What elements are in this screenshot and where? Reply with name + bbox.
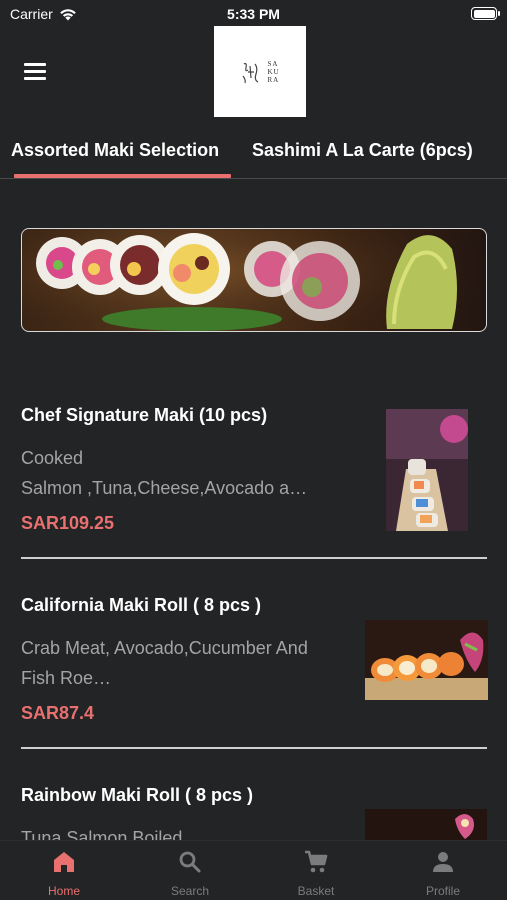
category-banner-image [21,228,487,332]
nav-profile-label: Profile [425,884,460,898]
nav-search[interactable]: Search [127,841,253,900]
menu-item-chef-signature-maki[interactable]: Chef Signature Maki (10 pcs) Cooked Salm… [21,405,487,535]
item-description: Cooked Salmon ,Tuna,Cheese,Avocado a… [21,448,308,498]
header: SA KU RA [0,26,507,120]
logo-mark-icon [242,62,259,83]
menu-item-california-maki-roll[interactable]: California Maki Roll ( 8 pcs ) Crab Meat… [21,595,488,725]
battery-icon [471,7,500,20]
nav-home[interactable]: Home [1,841,127,900]
tab-assorted-maki-selection[interactable]: Assorted Maki Selection [11,140,219,161]
nav-basket[interactable]: Basket [253,841,379,900]
search-icon [179,851,201,873]
item-thumbnail [386,409,468,531]
item-name: Rainbow Maki Roll ( 8 pcs ) [21,785,254,805]
hamburger-menu-icon[interactable] [24,63,46,80]
nav-profile[interactable]: Profile [380,841,506,900]
clock: 5:33 PM [227,6,280,22]
nav-search-label: Search [170,884,210,898]
category-tabs: Assorted Maki Selection Sashimi A La Car… [0,130,507,179]
item-price: SAR87.4 [21,703,95,723]
status-bar: Carrier 5:33 PM [0,0,507,26]
item-thumbnail [365,620,488,700]
sakura-logo: SA KU RA [214,26,306,117]
logo-wordmark: SA KU RA [267,59,280,84]
home-icon [54,852,74,872]
item-name: California Maki Roll ( 8 pcs ) [21,595,262,615]
bottom-tab-bar: Home Search Basket Profile [0,840,507,900]
tab-sashimi-a-la-carte[interactable]: Sashimi A La Carte (6pcs) [252,140,473,161]
item-thumbnail [365,809,487,840]
selected-tab-indicator [14,174,231,178]
item-description: Crab Meat, Avocado,Cucumber And Fish Roe… [21,638,308,688]
nav-home-label: Home [47,884,80,898]
item-price: SAR109.25 [21,513,115,533]
item-divider [21,747,487,749]
nav-basket-label: Basket [297,884,335,898]
cart-icon [305,850,328,873]
item-description: Tuna Salmon Boiled [21,828,183,840]
menu-item-rainbow-maki-roll[interactable]: Rainbow Maki Roll ( 8 pcs ) Tuna Salmon … [21,785,487,840]
profile-icon [433,852,453,872]
item-divider [21,557,487,559]
item-name: Chef Signature Maki (10 pcs) [21,405,268,425]
